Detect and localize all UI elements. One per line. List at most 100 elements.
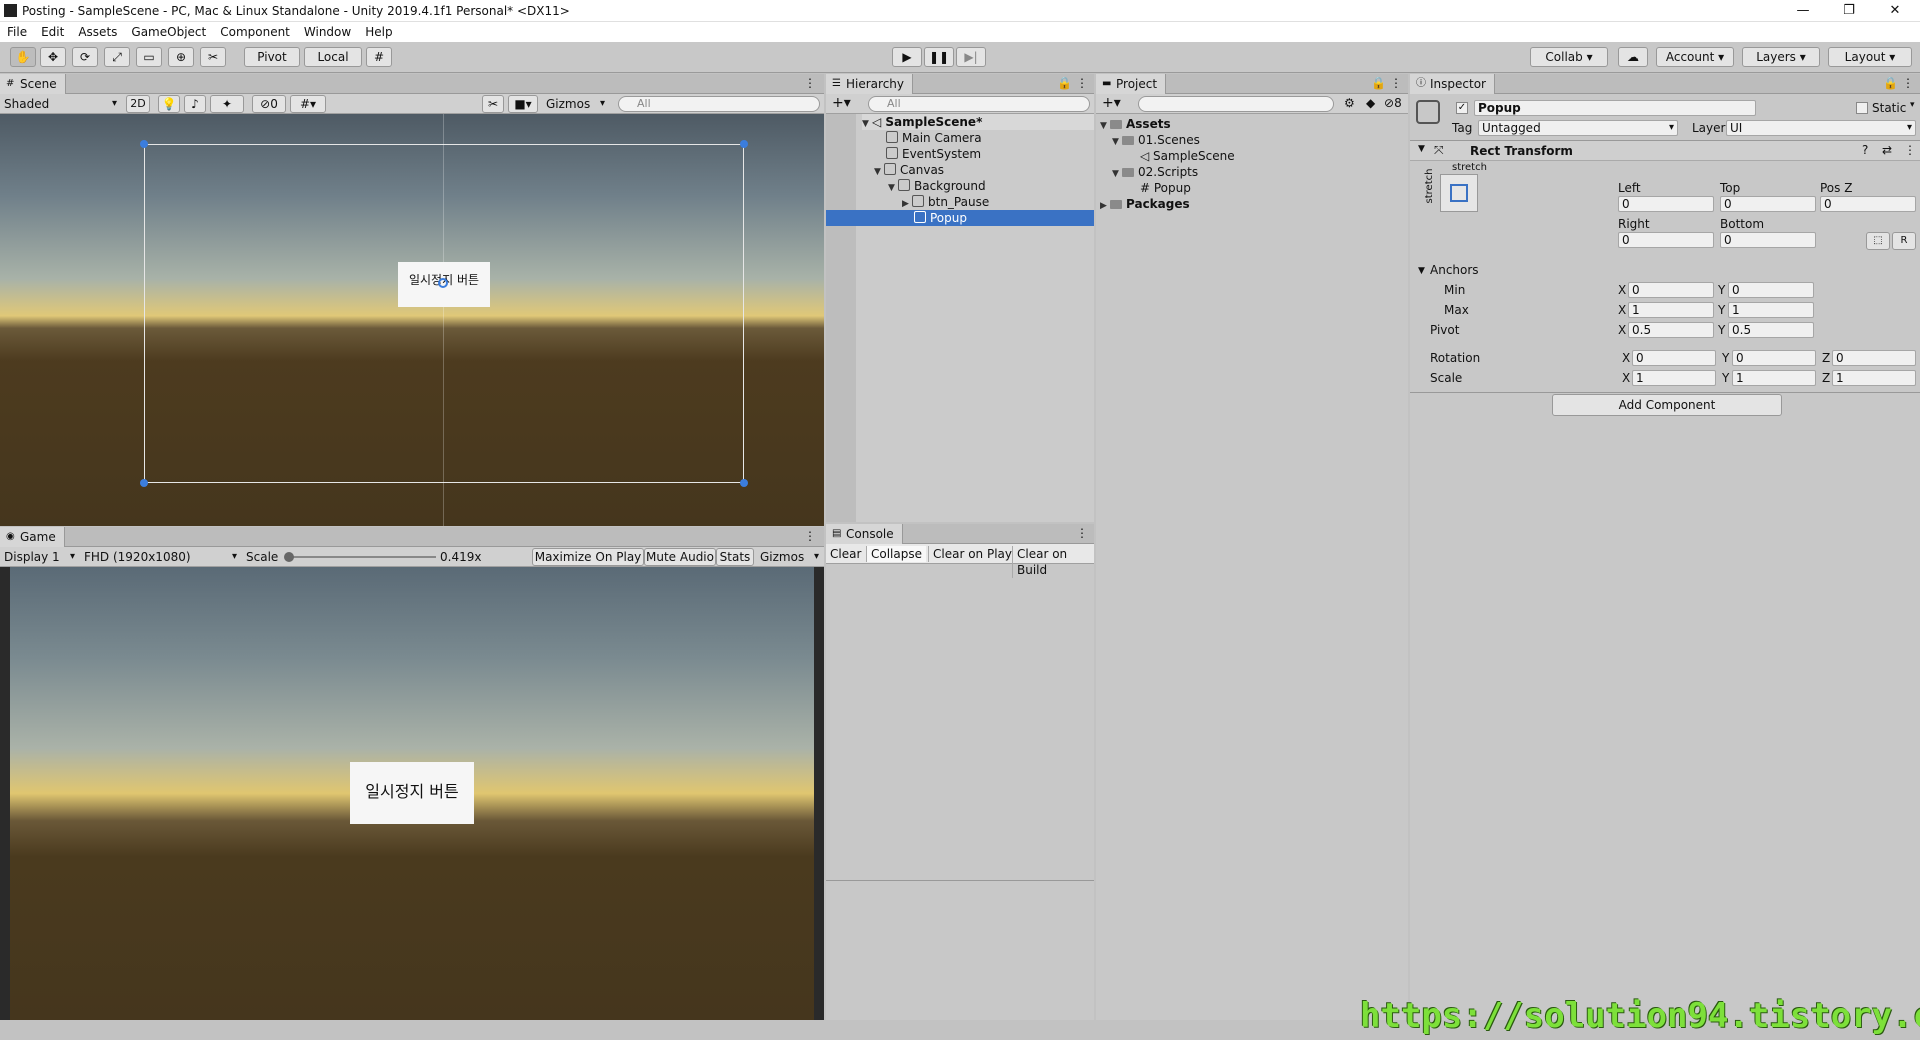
anchor-max-y-field[interactable]: 1 bbox=[1728, 302, 1814, 318]
hidden-objects-toggle[interactable]: ⊘0 bbox=[252, 95, 286, 113]
scene-root-row[interactable]: ▼ ◁ SampleScene* bbox=[862, 114, 1094, 130]
filter-type-icon[interactable]: ⚙ bbox=[1344, 96, 1355, 110]
hierarchy-item-btn-pause[interactable]: ▶ btn_Pause bbox=[902, 194, 989, 210]
blueprint-mode-icon[interactable]: ⬚ bbox=[1866, 232, 1890, 250]
anchor-handle[interactable] bbox=[740, 479, 748, 487]
component-menu-icon[interactable]: ⋮ bbox=[1904, 143, 1916, 157]
panel-menu-icon[interactable]: ⋮ bbox=[1902, 76, 1914, 90]
panel-menu-icon[interactable]: ⋮ bbox=[1076, 76, 1088, 90]
project-item-samplescene[interactable]: ◁ SampleScene bbox=[1140, 148, 1235, 164]
scale-x-field[interactable]: 1 bbox=[1632, 370, 1716, 386]
game-gizmos-dropdown[interactable]: Gizmos bbox=[756, 548, 822, 566]
bottom-field[interactable]: 0 bbox=[1720, 232, 1816, 248]
scale-tool-icon[interactable]: ⤢ bbox=[104, 47, 130, 67]
static-dropdown-icon[interactable]: ▾ bbox=[1910, 100, 1915, 110]
rotate-tool-icon[interactable]: ⟳ bbox=[72, 47, 98, 67]
pivot-handle[interactable] bbox=[438, 278, 448, 288]
presets-icon[interactable]: ⇄ bbox=[1882, 143, 1892, 157]
tag-dropdown[interactable]: Untagged bbox=[1478, 120, 1678, 136]
anchor-handle[interactable] bbox=[740, 140, 748, 148]
hidden-packages-toggle[interactable]: ⊘8 bbox=[1384, 96, 1402, 110]
move-tool-icon[interactable]: ✥ bbox=[40, 47, 66, 67]
grid-snap-icon[interactable]: # bbox=[366, 47, 392, 67]
game-viewport[interactable]: 일시정지 버튼 bbox=[10, 567, 814, 1020]
rotation-y-field[interactable]: 0 bbox=[1732, 350, 1816, 366]
audio-icon[interactable]: ♪ bbox=[184, 95, 206, 113]
transform-tool-icon[interactable]: ⊕ bbox=[168, 47, 194, 67]
project-search-input[interactable] bbox=[1138, 96, 1334, 112]
console-clear-on-build-toggle[interactable]: Clear on Build bbox=[1012, 546, 1094, 578]
mute-audio-toggle[interactable]: Mute Audio bbox=[644, 548, 716, 566]
scale-slider-thumb[interactable] bbox=[284, 552, 294, 562]
static-checkbox[interactable] bbox=[1856, 102, 1868, 114]
anchor-handle[interactable] bbox=[140, 479, 148, 487]
resolution-dropdown[interactable]: FHD (1920x1080) bbox=[80, 548, 240, 566]
gizmos-dropdown[interactable]: Gizmos bbox=[542, 95, 608, 113]
hierarchy-item-canvas[interactable]: ▼ Canvas bbox=[874, 162, 944, 178]
pivot-toggle[interactable]: Pivot bbox=[244, 47, 300, 67]
collab-dropdown[interactable]: Collab ▾ bbox=[1530, 47, 1608, 67]
lock-icon[interactable]: 🔒 bbox=[1371, 76, 1386, 90]
panel-menu-icon[interactable]: ⋮ bbox=[1390, 76, 1402, 90]
stats-toggle[interactable]: Stats bbox=[716, 548, 754, 566]
scene-search-input[interactable]: All bbox=[618, 96, 820, 112]
menu-window[interactable]: Window bbox=[297, 22, 358, 42]
anchor-presets-button[interactable] bbox=[1440, 174, 1478, 212]
tab-project[interactable]: ▬ Project bbox=[1096, 74, 1167, 94]
account-dropdown[interactable]: Account ▾ bbox=[1656, 47, 1734, 67]
anchor-min-y-field[interactable]: 0 bbox=[1728, 282, 1814, 298]
hierarchy-item-eventsystem[interactable]: EventSystem bbox=[886, 146, 981, 162]
menu-edit[interactable]: Edit bbox=[34, 22, 71, 42]
project-item-scenes[interactable]: ▼ 01.Scenes bbox=[1112, 132, 1200, 148]
hand-tool-icon[interactable]: ✋ bbox=[10, 47, 36, 67]
lighting-icon[interactable]: 💡 bbox=[158, 95, 180, 113]
maximize-on-play-toggle[interactable]: Maximize On Play bbox=[532, 548, 644, 566]
2d-toggle[interactable]: 2D bbox=[126, 95, 150, 113]
maximize-button[interactable]: ❐ bbox=[1826, 0, 1872, 22]
play-button[interactable]: ▶ bbox=[892, 47, 922, 67]
object-name-field[interactable]: Popup bbox=[1474, 100, 1756, 116]
tools-icon[interactable]: ✂ bbox=[482, 95, 504, 113]
project-item-scripts[interactable]: ▼ 02.Scripts bbox=[1112, 164, 1198, 180]
left-field[interactable]: 0 bbox=[1618, 196, 1714, 212]
grid-icon[interactable]: #▾ bbox=[290, 95, 326, 113]
menu-file[interactable]: File bbox=[0, 22, 34, 42]
add-component-button[interactable]: Add Component bbox=[1552, 394, 1782, 416]
scale-slider[interactable] bbox=[288, 556, 436, 558]
pivot-y-field[interactable]: 0.5 bbox=[1728, 322, 1814, 338]
close-button[interactable]: ✕ bbox=[1872, 0, 1918, 22]
panel-menu-icon[interactable]: ⋮ bbox=[804, 76, 816, 90]
project-item-assets[interactable]: ▼ Assets bbox=[1100, 116, 1171, 132]
effects-icon[interactable]: ✦ bbox=[210, 95, 244, 113]
tab-console[interactable]: ▤ Console bbox=[826, 524, 903, 544]
shading-dropdown[interactable]: Shaded bbox=[0, 95, 120, 113]
create-icon[interactable]: +▾ bbox=[1102, 95, 1121, 111]
help-icon[interactable]: ? bbox=[1862, 143, 1868, 157]
rotation-z-field[interactable]: 0 bbox=[1832, 350, 1916, 366]
menu-gameobject[interactable]: GameObject bbox=[124, 22, 213, 42]
scene-viewport[interactable]: 일시정지 버튼 bbox=[0, 114, 824, 526]
menu-assets[interactable]: Assets bbox=[71, 22, 124, 42]
top-field[interactable]: 0 bbox=[1720, 196, 1816, 212]
tab-hierarchy[interactable]: ☰ Hierarchy bbox=[826, 74, 914, 94]
scale-y-field[interactable]: 1 bbox=[1732, 370, 1816, 386]
console-collapse-toggle[interactable]: Collapse bbox=[866, 546, 926, 562]
console-clear-on-play-toggle[interactable]: Clear on Play bbox=[928, 546, 1016, 562]
create-icon[interactable]: +▾ bbox=[832, 95, 851, 111]
project-item-packages[interactable]: ▶ Packages bbox=[1100, 196, 1190, 212]
right-field[interactable]: 0 bbox=[1618, 232, 1714, 248]
rect-transform-header[interactable]: ▼ ⤧ Rect Transform ? ⇄ ⋮ bbox=[1410, 141, 1920, 161]
local-toggle[interactable]: Local bbox=[304, 47, 362, 67]
pivot-x-field[interactable]: 0.5 bbox=[1628, 322, 1714, 338]
menu-help[interactable]: Help bbox=[358, 22, 399, 42]
raw-edit-button[interactable]: R bbox=[1892, 232, 1916, 250]
camera-icon[interactable]: ■▾ bbox=[508, 95, 538, 113]
tab-scene[interactable]: # Scene bbox=[0, 74, 66, 94]
scale-z-field[interactable]: 1 bbox=[1832, 370, 1916, 386]
game-pause-button[interactable]: 일시정지 버튼 bbox=[350, 762, 474, 824]
console-clear-button[interactable]: Clear bbox=[830, 546, 861, 562]
lock-icon[interactable]: 🔒 bbox=[1883, 76, 1898, 90]
rotation-x-field[interactable]: 0 bbox=[1632, 350, 1716, 366]
hierarchy-item-main-camera[interactable]: Main Camera bbox=[886, 130, 982, 146]
active-checkbox[interactable]: ✓ bbox=[1456, 102, 1468, 114]
